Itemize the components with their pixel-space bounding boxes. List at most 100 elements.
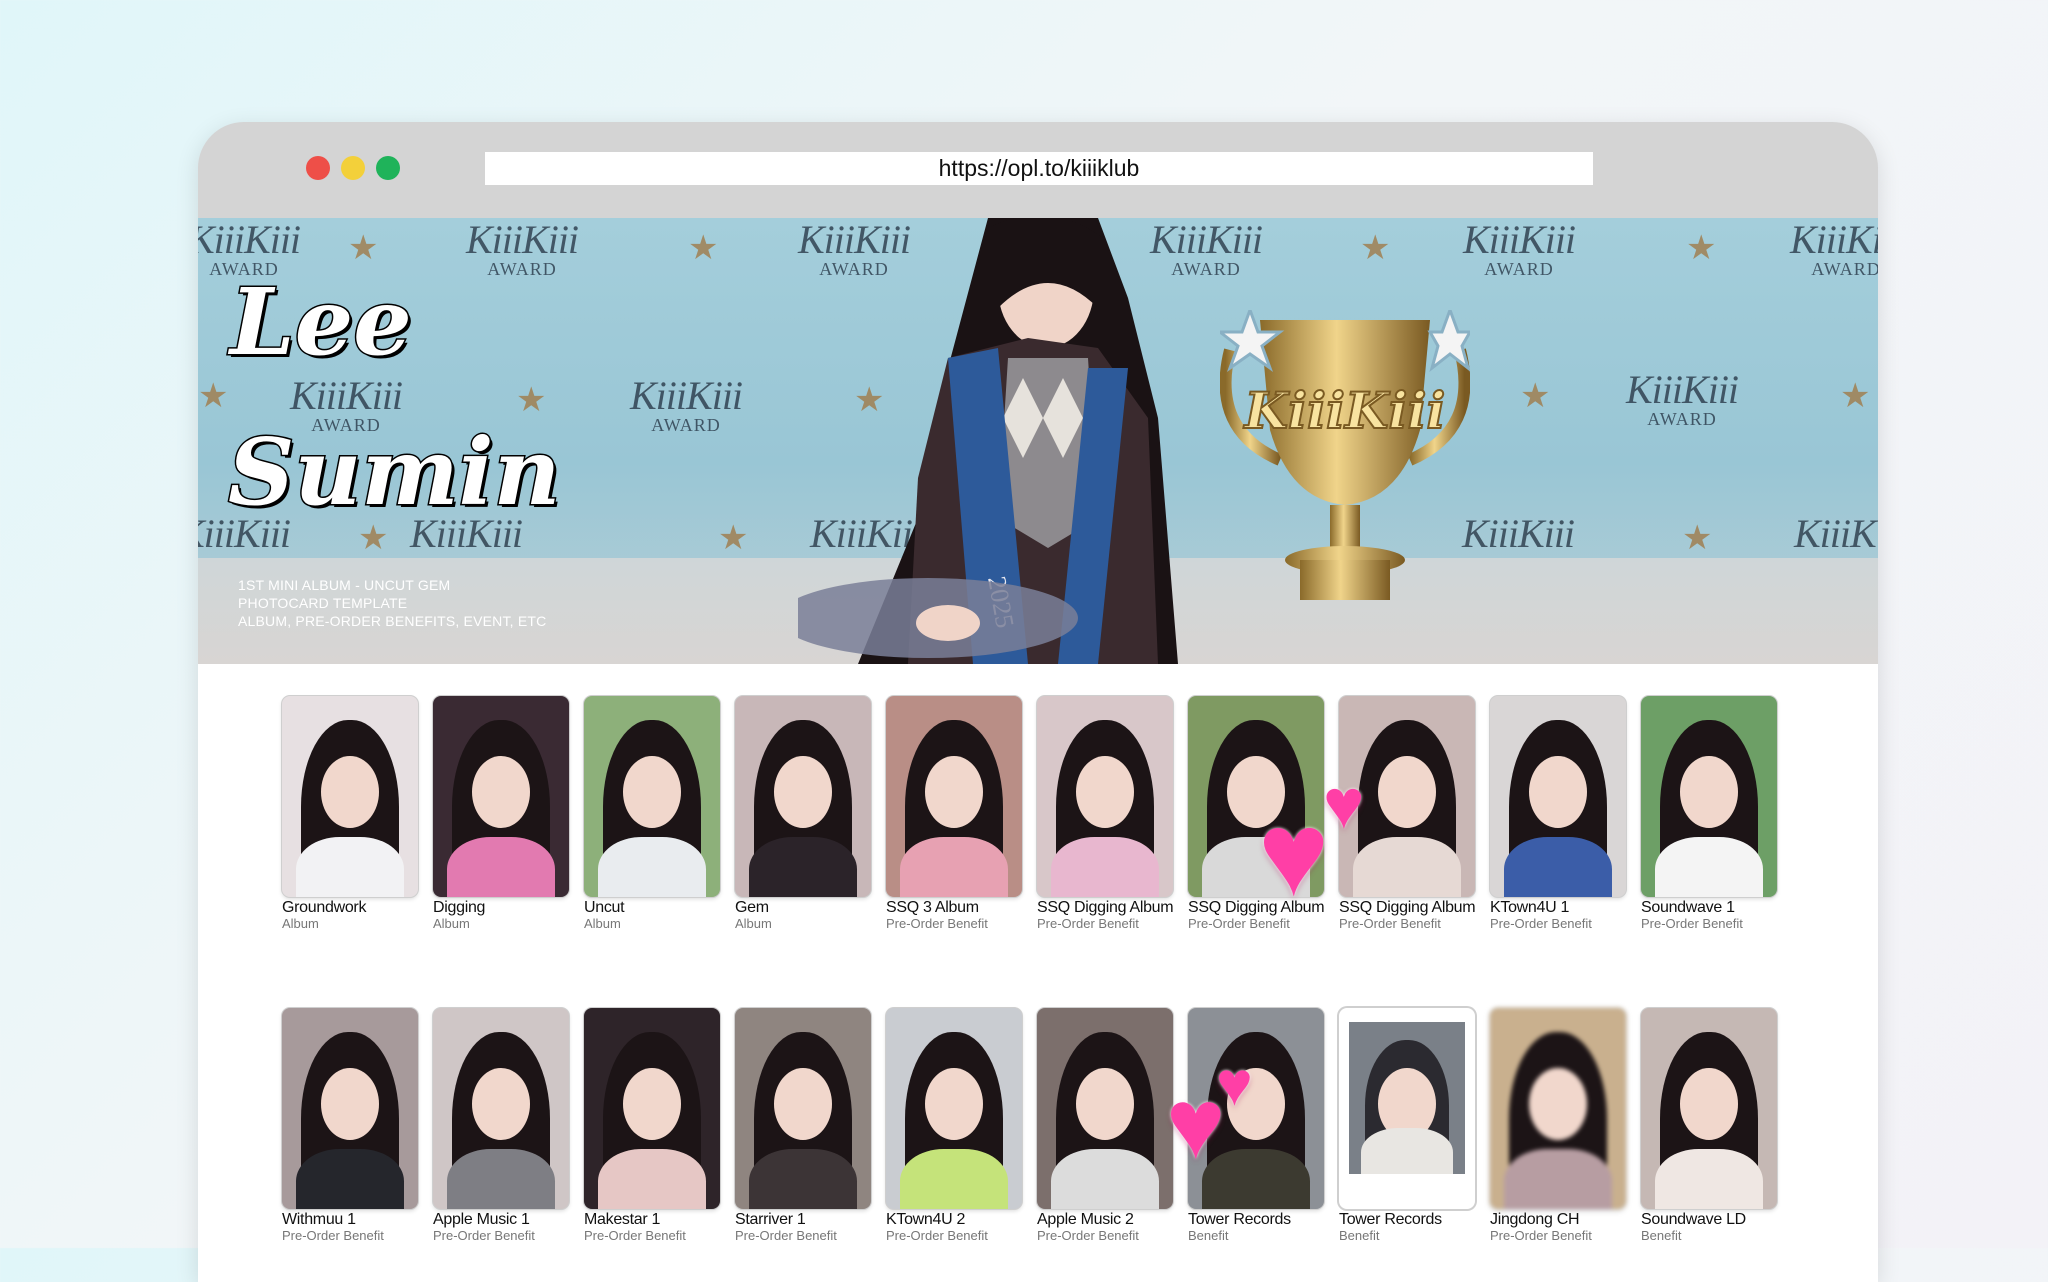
star-icon: ★ (1682, 519, 1713, 557)
photocard-title: Soundwave LD (1641, 1211, 1746, 1228)
photocard[interactable]: Gem Album (735, 696, 871, 931)
star-icon: ★ (1360, 229, 1391, 267)
photocard-image (1490, 696, 1626, 897)
hero-banner: KiiiKiii AWARD KiiiKiii AWARD KiiiKiii AWAR… (198, 218, 1878, 664)
window-minimize-icon[interactable] (341, 156, 365, 180)
banner-title-first: Lee (229, 267, 414, 378)
trophy-image: KiiiKiii (1220, 310, 1470, 600)
photocard-title: Tower Records (1339, 1211, 1442, 1228)
photocard-subtitle: Benefit (1339, 1228, 1380, 1243)
photocard-subtitle: Album (735, 916, 772, 931)
photocard-subtitle: Benefit (1641, 1228, 1682, 1243)
photocard-subtitle: Pre-Order Benefit (584, 1228, 686, 1243)
photocard-grid: Groundwork Album Digging Album Uncut Album Gem… (282, 696, 1777, 1243)
banner-watermark: KiiiKiiiAWARD (1790, 218, 1878, 279)
star-icon: ★ (1520, 377, 1551, 415)
photocard-title: KTown4U 2 (886, 1211, 966, 1228)
photocard-image (282, 696, 418, 897)
photocard-image (886, 696, 1022, 897)
photocard-image (1037, 1008, 1173, 1209)
photocard-subtitle: Benefit (1188, 1228, 1229, 1243)
banner-title-last: Sumin (227, 417, 563, 528)
photocard-image (584, 696, 720, 897)
photocard[interactable]: Groundwork Album (282, 696, 418, 931)
photocard-image (1641, 1008, 1777, 1209)
subtitle-line: 1ST MINI ALBUM - UNCUT GEM (238, 577, 451, 593)
banner-watermark: KiiiKiiiAWARD (1626, 367, 1739, 429)
photocard[interactable]: Tower Records Benefit (1339, 1008, 1475, 1243)
star-icon: ★ (688, 229, 719, 267)
heart-icon: ♥ (1166, 1068, 1226, 1180)
photocard-title: Makestar 1 (584, 1211, 661, 1228)
banner-subtitle: 1ST MINI ALBUM - UNCUT GEM PHOTOCARD TEM… (238, 576, 546, 630)
photocard[interactable]: Apple Music 2 Pre-Order Benefit (1037, 1008, 1173, 1243)
svg-text:KiiiKiii: KiiiKiii (1243, 381, 1446, 440)
photocard[interactable]: Uncut Album (584, 696, 720, 931)
photocard-image (433, 1008, 569, 1209)
photocard[interactable]: SSQ 3 Album Pre-Order Benefit (886, 696, 1022, 931)
photocard-subtitle: Album (584, 916, 621, 931)
address-bar[interactable]: https://opl.to/kiiiklub (485, 152, 1593, 185)
subtitle-line: ALBUM, PRE-ORDER BENEFITS, EVENT, ETC (238, 613, 547, 629)
photocard[interactable]: Apple Music 1 Pre-Order Benefit (433, 1008, 569, 1243)
photocard-title: SSQ Digging Album (1339, 899, 1476, 916)
banner-watermark: KiiiKiii (1462, 511, 1575, 556)
photocard-image (1339, 1008, 1475, 1209)
artist-photo: 2025 (798, 218, 1178, 664)
photocard-subtitle: Pre-Order Benefit (735, 1228, 837, 1243)
photocard-image (735, 696, 871, 897)
subtitle-line: PHOTOCARD TEMPLATE (238, 595, 408, 611)
photocard-image (584, 1008, 720, 1209)
window-close-icon[interactable] (306, 156, 330, 180)
photocard[interactable]: SSQ Digging Album Pre-Order Benefit (1037, 696, 1174, 931)
star-icon: ★ (348, 229, 379, 267)
banner-watermark: KiiiKiiiAWARD (630, 373, 743, 435)
photocard-title: Uncut (584, 899, 625, 916)
photocard-area: Groundwork Album Digging Album Uncut Album Gem… (198, 664, 1878, 1282)
banner-watermark: KiiiKiiiAWARD (1463, 218, 1576, 279)
photocard-image (735, 1008, 871, 1209)
window-maximize-icon[interactable] (376, 156, 400, 180)
photocard-title: KTown4U 1 (1490, 899, 1570, 916)
photocard[interactable]: KTown4U 1 Pre-Order Benefit (1490, 696, 1626, 931)
photocard[interactable]: Jingdong CH Pre-Order Benefit (1490, 1008, 1626, 1243)
photocard-image (1490, 1008, 1626, 1209)
star-icon: ★ (198, 377, 229, 415)
photocard-subtitle: Pre-Order Benefit (282, 1228, 384, 1243)
photocard-subtitle: Pre-Order Benefit (1641, 916, 1743, 931)
star-icon: ★ (718, 519, 749, 557)
photocard-subtitle: Pre-Order Benefit (886, 916, 988, 931)
photocard-title: Starriver 1 (735, 1211, 806, 1228)
photocard[interactable]: Starriver 1 Pre-Order Benefit (735, 1008, 871, 1243)
banner-watermark: KiiiKiii (1794, 511, 1878, 556)
photocard-title: Digging (433, 899, 486, 916)
photocard[interactable]: Soundwave LD Benefit (1641, 1008, 1777, 1243)
photocard[interactable]: KTown4U 2 Pre-Order Benefit (886, 1008, 1022, 1243)
photocard-title: Groundwork (282, 899, 367, 916)
photocard[interactable]: Withmuu 1 Pre-Order Benefit (282, 1008, 418, 1243)
photocard[interactable]: Digging Album (433, 696, 569, 931)
photocard-subtitle: Album (282, 916, 319, 931)
photocard-subtitle: Pre-Order Benefit (1037, 1228, 1139, 1243)
photocard[interactable]: Soundwave 1 Pre-Order Benefit (1641, 696, 1777, 931)
banner-watermark: KiiiKiiiAWARD (466, 218, 579, 279)
photocard-image (1641, 696, 1777, 897)
browser-window: https://opl.to/kiiiklub KiiiKiii AWARD Ki… (198, 122, 1878, 1282)
star-icon: ★ (1686, 229, 1717, 267)
photocard-title: Withmuu 1 (282, 1211, 356, 1228)
photocard-title: Tower Records (1188, 1211, 1291, 1228)
photocard-subtitle: Pre-Order Benefit (1490, 1228, 1592, 1243)
photocard-subtitle: Pre-Order Benefit (1490, 916, 1592, 931)
address-bar-url: https://opl.to/kiiiklub (938, 155, 1140, 181)
photocard-image (282, 1008, 418, 1209)
photocard-title: SSQ Digging Album (1037, 899, 1174, 916)
photocard-subtitle: Album (433, 916, 470, 931)
photocard-subtitle: Pre-Order Benefit (433, 1228, 535, 1243)
photocard[interactable]: Makestar 1 Pre-Order Benefit (584, 1008, 720, 1243)
photocard-title: Apple Music 2 (1037, 1211, 1134, 1228)
photocard-image (1037, 696, 1173, 897)
photocard-title: Soundwave 1 (1641, 899, 1735, 916)
star-icon: ★ (1840, 377, 1871, 415)
photocard-title: Jingdong CH (1490, 1211, 1580, 1228)
photocard-title: Apple Music 1 (433, 1211, 530, 1228)
